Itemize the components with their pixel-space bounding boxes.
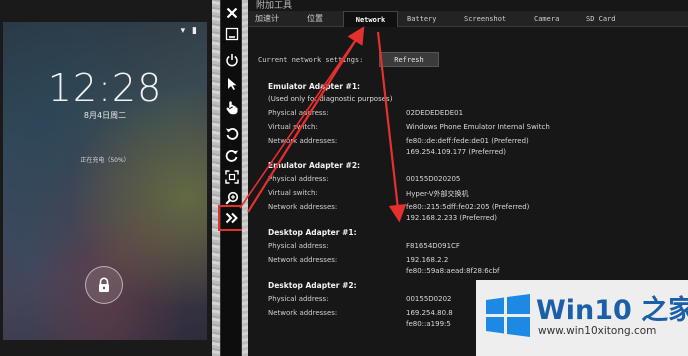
network-address-value: 169.254.109.177 (Preferred) [406, 148, 506, 156]
close-icon [226, 7, 238, 19]
charging-status: 正在充电（50%） [80, 157, 130, 164]
physical-address-label: Physical address: [268, 295, 329, 303]
physical-address-value: 00155D020205 [406, 175, 461, 183]
adapter-title: Desktop Adapter #2: [268, 281, 357, 290]
adapter-title: Desktop Adapter #1: [268, 228, 357, 237]
rotate-right-button[interactable] [221, 144, 243, 166]
physical-address-label: Physical address: [268, 242, 329, 250]
physical-address-label: Physical address: [268, 175, 329, 183]
fit-screen-icon [225, 170, 239, 184]
tab-accelerometer[interactable]: 加速计 [251, 11, 283, 27]
virtual-switch-value: Hyper-V外部交换机 [406, 190, 469, 198]
refresh-button[interactable]: Refresh [379, 52, 439, 67]
window-title: 附加工具 [256, 1, 293, 11]
pointer-icon [228, 78, 237, 90]
power-button[interactable] [221, 49, 243, 71]
tab-bar: 加速计 位置 Network Battery Screenshot Camera… [248, 11, 688, 27]
single-point-mouse-button[interactable] [221, 73, 243, 95]
rotate-left-icon [225, 128, 239, 140]
multi-touch-button[interactable] [221, 96, 243, 118]
adapter-note: (Used only for diagnostic purposes) [268, 95, 393, 103]
tab-screenshot[interactable]: Screenshot [460, 11, 510, 27]
rotate-left-button[interactable] [221, 122, 243, 144]
tab-network[interactable]: Network [343, 11, 398, 27]
unlock-button[interactable] [85, 266, 123, 304]
network-address-value: fe80::59a8:aead:8f28:6cbf [406, 267, 500, 275]
network-addresses-label: Network addresses: [268, 256, 338, 264]
network-address-value: fe80::215:5dff:fe02:205 (Preferred) [406, 203, 530, 211]
virtual-switch-value: Windows Phone Emulator Internal Switch [406, 123, 550, 131]
minimize-icon [225, 27, 239, 41]
phone-emulator: ▾ ▮ 12:28 8月4日周二 正在充电（50%） [0, 0, 212, 356]
zoom-icon [225, 191, 239, 205]
network-settings-label: Current network settings: [258, 56, 364, 64]
adapter-title: Emulator Adapter #1: [268, 82, 361, 91]
physical-address-label: Physical address: [268, 109, 329, 117]
watermark: Win10 之家 www.win10xitong.com [476, 280, 688, 356]
lock-screen-clock: 12:28 [47, 66, 163, 110]
tab-battery[interactable]: Battery [403, 11, 441, 27]
tab-location[interactable]: 位置 [303, 11, 327, 27]
lock-screen[interactable]: ▾ ▮ 12:28 8月4日周二 正在充电（50%） [3, 22, 207, 340]
network-address-value: 192.168.2.2 [406, 256, 449, 264]
more-tools-icon [225, 212, 238, 224]
physical-address-value: 02DEDEDEDE01 [406, 109, 464, 117]
tab-camera[interactable]: Camera [530, 11, 563, 27]
background-texture [212, 0, 220, 356]
network-address-value: fe80::de:deff:fede:de01 (Preferred) [406, 137, 529, 145]
watermark-brand: Win10 之家 [536, 295, 688, 326]
network-addresses-label: Network addresses: [268, 203, 338, 211]
network-address-value: 169.254.80.8 [406, 309, 453, 317]
network-addresses-label: Network addresses: [268, 137, 338, 145]
physical-address-value: F81654D091CF [406, 242, 460, 250]
physical-address-value: 00155D0202 [406, 295, 452, 303]
power-icon [226, 54, 238, 67]
virtual-switch-label: Virtual switch: [268, 189, 318, 197]
adapter-title: Emulator Adapter #2: [268, 161, 361, 170]
watermark-url: www.win10xitong.com [538, 325, 657, 337]
network-address-value: fe80::a199:5 [406, 320, 451, 328]
rotate-right-icon [225, 150, 239, 162]
status-bar-icons: ▾ ▮ [180, 26, 199, 36]
touch-icon [226, 100, 238, 114]
lock-icon [99, 277, 109, 292]
fit-to-screen-button[interactable] [221, 166, 243, 188]
tab-sd-card[interactable]: SD Card [582, 11, 620, 27]
minimize-button[interactable] [221, 23, 243, 45]
close-button[interactable] [221, 2, 243, 24]
virtual-switch-label: Virtual switch: [268, 123, 318, 131]
network-address-value: 192.168.2.233 (Preferred) [406, 214, 498, 222]
network-addresses-label: Network addresses: [268, 309, 338, 317]
windows-logo-icon [486, 294, 530, 337]
lock-screen-date: 8月4日周二 [83, 111, 127, 120]
emulator-toolbar [218, 0, 246, 356]
